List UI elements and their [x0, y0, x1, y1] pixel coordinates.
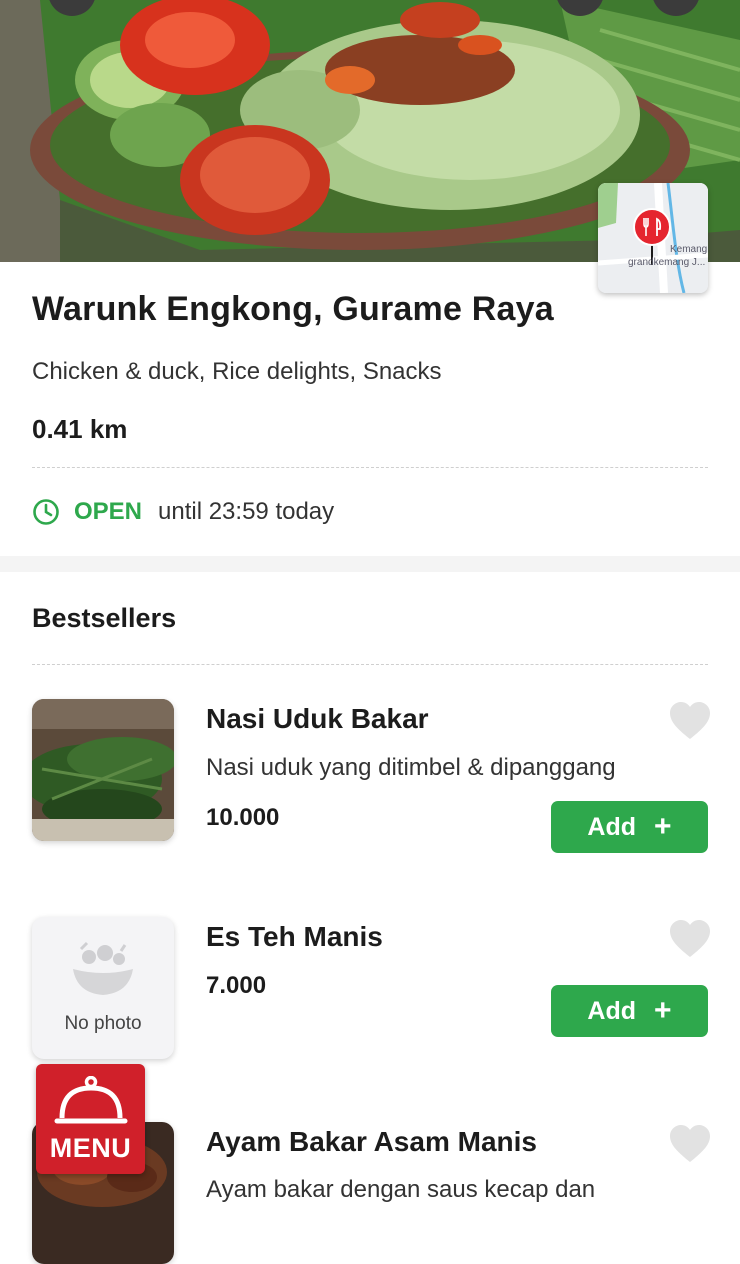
- restaurant-name: Warunk Engkong, Gurame Raya: [32, 290, 554, 328]
- item-photo-placeholder[interactable]: No photo: [32, 917, 174, 1059]
- item-name: Nasi Uduk Bakar: [206, 703, 429, 734]
- item-price: 7.000: [206, 972, 267, 999]
- section-separator: [0, 556, 740, 572]
- heart-icon[interactable]: [668, 919, 712, 959]
- item-description: Nasi uduk yang ditimbel & dipanggang: [206, 754, 616, 781]
- item-price: 10.000: [206, 804, 280, 831]
- map-thumbnail[interactable]: Kemang grandkemang J...: [598, 183, 708, 293]
- item-photo[interactable]: [32, 699, 174, 841]
- bestsellers-title: Bestsellers: [32, 603, 177, 633]
- no-photo-label: No photo: [64, 1013, 142, 1034]
- item-name: Es Teh Manis: [206, 921, 383, 952]
- hours-text: until 23:59 today: [158, 498, 335, 525]
- bestsellers-divider: [32, 664, 708, 665]
- add-button[interactable]: Add +: [551, 985, 708, 1037]
- no-photo-icon: [67, 941, 139, 1007]
- add-label: Add: [587, 812, 637, 841]
- restaurant-distance: 0.41 km: [32, 414, 128, 444]
- open-status: OPEN: [74, 498, 143, 525]
- plus-icon: +: [654, 810, 672, 843]
- heart-icon[interactable]: [668, 1124, 712, 1164]
- map-label-kemang: Kemang: [670, 244, 708, 255]
- clock-icon: [32, 498, 60, 526]
- cloche-icon: [54, 1075, 128, 1133]
- restaurant-cuisines: Chicken & duck, Rice delights, Snacks: [32, 358, 442, 385]
- item-name: Ayam Bakar Asam Manis: [206, 1126, 537, 1157]
- add-label: Add: [587, 996, 637, 1025]
- map-label-grandkemang: grandkemang J...: [628, 257, 706, 268]
- heart-icon[interactable]: [668, 701, 712, 741]
- info-divider: [32, 467, 708, 468]
- opening-hours: OPEN until 23:59 today: [32, 497, 334, 527]
- menu-button-label: MENU: [49, 1133, 132, 1163]
- plus-icon: +: [654, 994, 672, 1027]
- add-button[interactable]: Add +: [551, 801, 708, 853]
- menu-button[interactable]: MENU: [36, 1064, 145, 1174]
- restaurant-info: Warunk Engkong, Gurame Raya Chicken & du…: [32, 290, 708, 444]
